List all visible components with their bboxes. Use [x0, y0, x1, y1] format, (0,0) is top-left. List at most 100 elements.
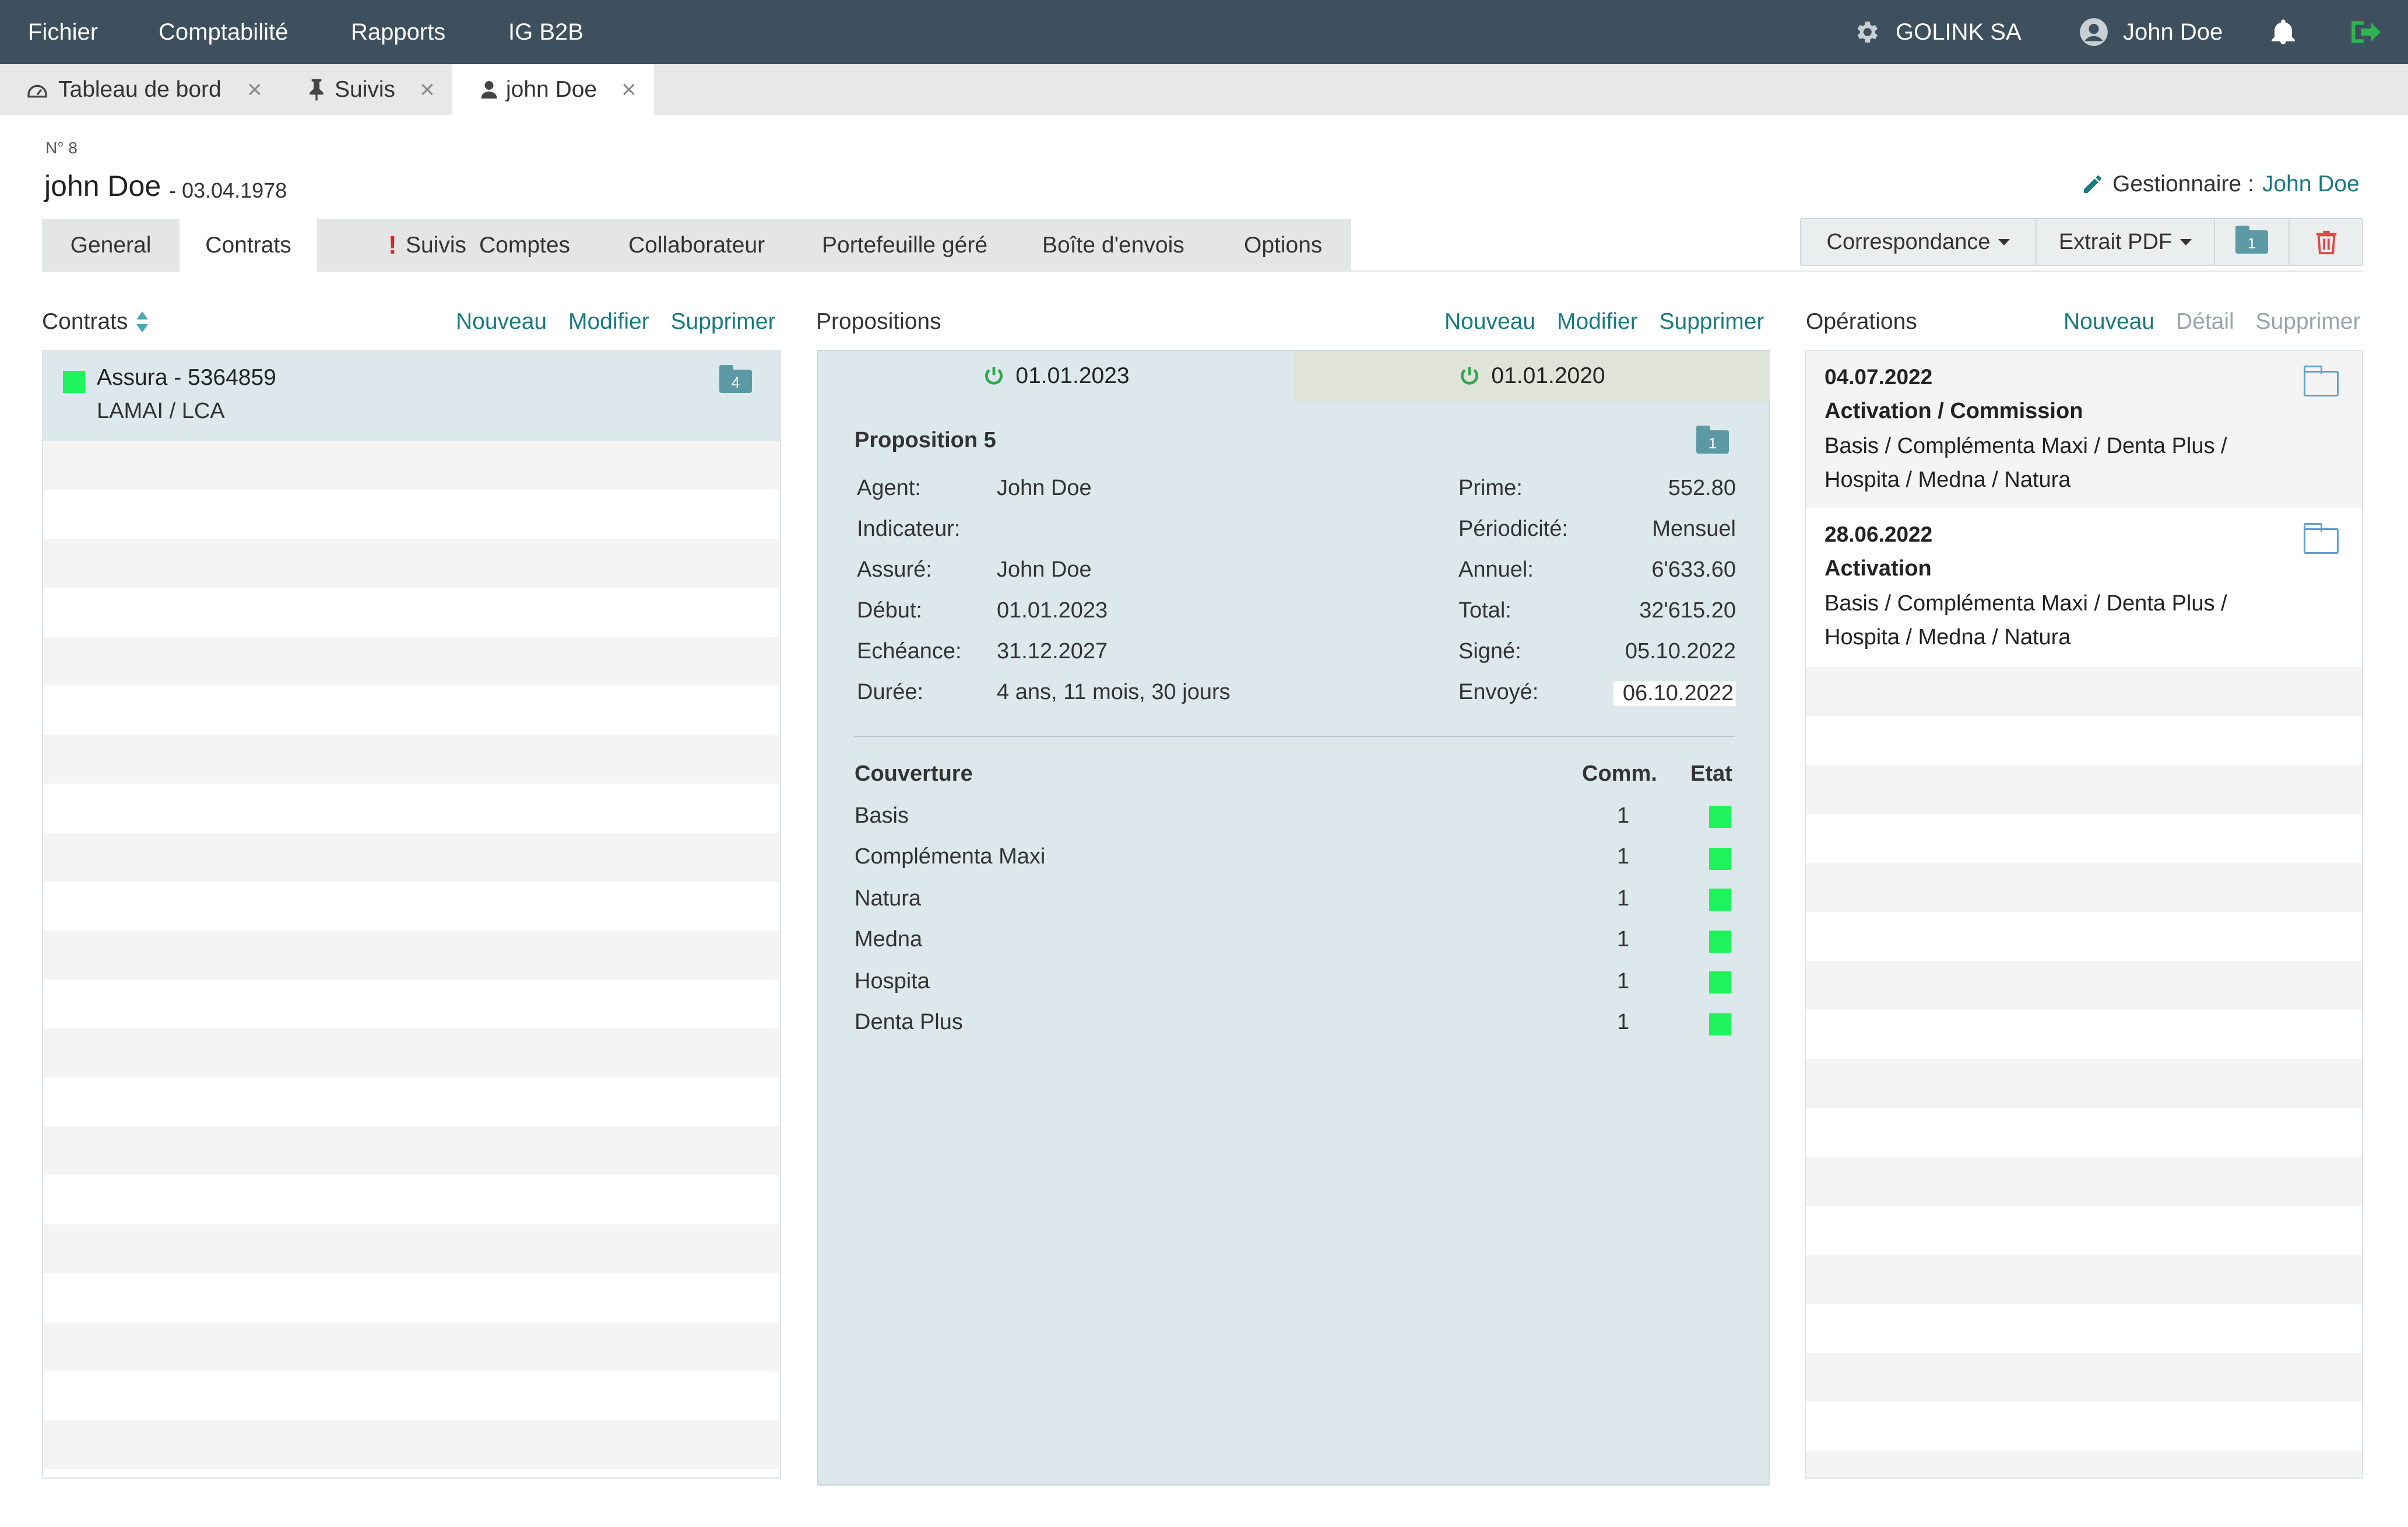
signe-label: Signé:: [1458, 639, 1521, 664]
tab-general[interactable]: General: [42, 219, 180, 272]
extrait-pdf-label: Extrait PDF: [2058, 229, 2173, 254]
contrats-supprimer-link[interactable]: Supprimer: [671, 309, 776, 334]
tab-boite-envois[interactable]: Boîte d'envois: [1042, 219, 1184, 272]
operations-supprimer-link[interactable]: Supprimer: [2256, 309, 2361, 334]
power-icon: [985, 367, 1003, 385]
tab-suivis-section[interactable]: ! Suivis: [317, 219, 466, 272]
logout-button[interactable]: [2349, 0, 2383, 64]
coverage-name: Basis: [855, 803, 909, 828]
operations-title: Opérations: [1806, 309, 1917, 334]
contrats-nouveau-link[interactable]: Nouveau: [456, 309, 547, 334]
section-tabs: General Contrats ! Suivis Comptes Collab…: [42, 219, 1351, 273]
correspondance-dropdown[interactable]: Correspondance: [1801, 219, 2037, 265]
annuel-label: Annuel:: [1458, 557, 1534, 582]
status-indicator: [1709, 931, 1731, 953]
folder-icon[interactable]: [2304, 366, 2339, 396]
company-selector[interactable]: GOLINK SA: [1852, 0, 2022, 64]
tab-comptes[interactable]: Comptes: [479, 219, 570, 272]
proposition-tab-2023[interactable]: 01.01.2023: [818, 351, 1294, 401]
pencil-icon: [2084, 175, 2101, 193]
logout-icon: [2351, 21, 2381, 43]
tabs-divider: [1351, 271, 2363, 272]
tab-contrats[interactable]: Contrats: [180, 219, 317, 273]
extrait-pdf-dropdown[interactable]: Extrait PDF: [2037, 219, 2215, 265]
notifications-button[interactable]: [2269, 0, 2298, 64]
menu-fichier[interactable]: Fichier: [28, 0, 98, 64]
delete-button[interactable]: [2290, 219, 2363, 265]
folder-button[interactable]: 1: [2215, 219, 2290, 265]
close-icon[interactable]: ×: [247, 76, 262, 103]
list-item[interactable]: 28.06.2022 Activation Basis / Complément…: [1806, 508, 2362, 667]
status-indicator: [1709, 971, 1731, 994]
annuel-value: 6'633.60: [1651, 557, 1736, 582]
status-indicator: [1709, 1013, 1731, 1035]
empty-rows: [43, 441, 780, 1477]
tab-collaborateur[interactable]: Collaborateur: [628, 219, 765, 272]
sort-icon[interactable]: [135, 310, 150, 334]
echeance-value: 31.12.2027: [997, 639, 1108, 664]
operations-detail-link[interactable]: Détail: [2176, 309, 2234, 334]
list-item[interactable]: 04.07.2022 Activation / Commission Basis…: [1806, 351, 2362, 508]
operation-title: Activation: [1825, 556, 1932, 581]
user-menu[interactable]: John Doe: [2079, 0, 2223, 64]
folder-icon: 1: [2235, 226, 2268, 254]
propositions-modifier-link[interactable]: Modifier: [1557, 309, 1638, 334]
echeance-label: Echéance:: [857, 639, 962, 664]
propositions-supprimer-link[interactable]: Supprimer: [1660, 309, 1764, 334]
tab-label: 01.01.2020: [1491, 363, 1605, 388]
coverage-comm: 1: [1617, 969, 1630, 994]
periodicite-label: Périodicité:: [1458, 517, 1568, 541]
folder-icon[interactable]: 1: [1696, 426, 1729, 454]
contrats-modifier-link[interactable]: Modifier: [568, 309, 649, 334]
status-indicator: [1709, 848, 1731, 870]
etat-header: Etat: [1690, 761, 1732, 786]
tab-tableau-de-bord[interactable]: Tableau de bord ×: [0, 64, 280, 115]
power-icon: [1461, 367, 1479, 385]
contrats-actions: Nouveau Modifier Supprimer: [441, 309, 775, 335]
assure-value: John Doe: [997, 557, 1092, 582]
prime-value: 552.80: [1668, 476, 1736, 500]
proposition-tab-2020[interactable]: 01.01.2020: [1294, 351, 1770, 401]
operations-nouveau-link[interactable]: Nouveau: [2064, 309, 2154, 334]
total-label: Total:: [1458, 598, 1511, 623]
operation-date: 04.07.2022: [1825, 365, 1933, 389]
divider: [855, 736, 1735, 737]
user-avatar-icon: [2080, 18, 2108, 46]
coverage-name: Denta Plus: [855, 1010, 963, 1034]
operation-line1: Basis / Complémenta Maxi / Denta Plus /: [1825, 434, 2227, 458]
coverage-comm: 1: [1617, 803, 1630, 828]
coverage-header: Couverture: [855, 761, 973, 786]
page-title: john Doe: [44, 170, 161, 202]
close-icon[interactable]: ×: [420, 76, 435, 103]
periodicite-value: Mensuel: [1652, 517, 1736, 541]
menu-comptabilite[interactable]: Comptabilité: [159, 0, 288, 64]
tab-john-doe[interactable]: john Doe ×: [452, 64, 654, 115]
close-icon[interactable]: ×: [621, 76, 637, 103]
alert-icon: !: [388, 231, 397, 259]
tab-options[interactable]: Options: [1244, 219, 1322, 272]
tab-label: Tableau de bord: [58, 76, 222, 102]
propositions-nouveau-link[interactable]: Nouveau: [1444, 309, 1535, 334]
duree-label: Durée:: [857, 680, 924, 704]
tab-label: john Doe: [506, 76, 597, 102]
action-button-group: Correspondance Extrait PDF 1: [1800, 218, 2363, 266]
list-item[interactable]: Assura - 5364859 LAMAI / LCA 4: [43, 351, 780, 441]
pin-icon: [310, 79, 324, 100]
operations-actions: Nouveau Détail Supprimer: [2048, 309, 2360, 335]
indicateur-label: Indicateur:: [857, 517, 961, 541]
tab-suivis[interactable]: Suivis ×: [280, 64, 452, 115]
contracts-list: Assura - 5364859 LAMAI / LCA 4: [42, 350, 781, 1479]
contract-sub: LAMAI / LCA: [97, 399, 225, 423]
manager-info: Gestionnaire : John Doe: [2081, 171, 2360, 197]
user-name: John Doe: [2123, 19, 2223, 45]
folder-icon[interactable]: 4: [719, 365, 752, 393]
folder-icon[interactable]: [2304, 523, 2339, 554]
envoye-label: Envoyé:: [1458, 680, 1539, 704]
envoye-value[interactable]: 06.10.2022: [1613, 681, 1736, 706]
menu-ig-b2b[interactable]: IG B2B: [508, 0, 583, 64]
proposition-detail: 01.01.2023 01.01.2020 Proposition 5 1 Ag…: [817, 350, 1770, 1486]
manager-link[interactable]: John Doe: [2262, 171, 2360, 197]
tab-portefeuille-gere[interactable]: Portefeuille géré: [822, 219, 987, 272]
status-indicator: [63, 371, 85, 393]
menu-rapports[interactable]: Rapports: [351, 0, 445, 64]
